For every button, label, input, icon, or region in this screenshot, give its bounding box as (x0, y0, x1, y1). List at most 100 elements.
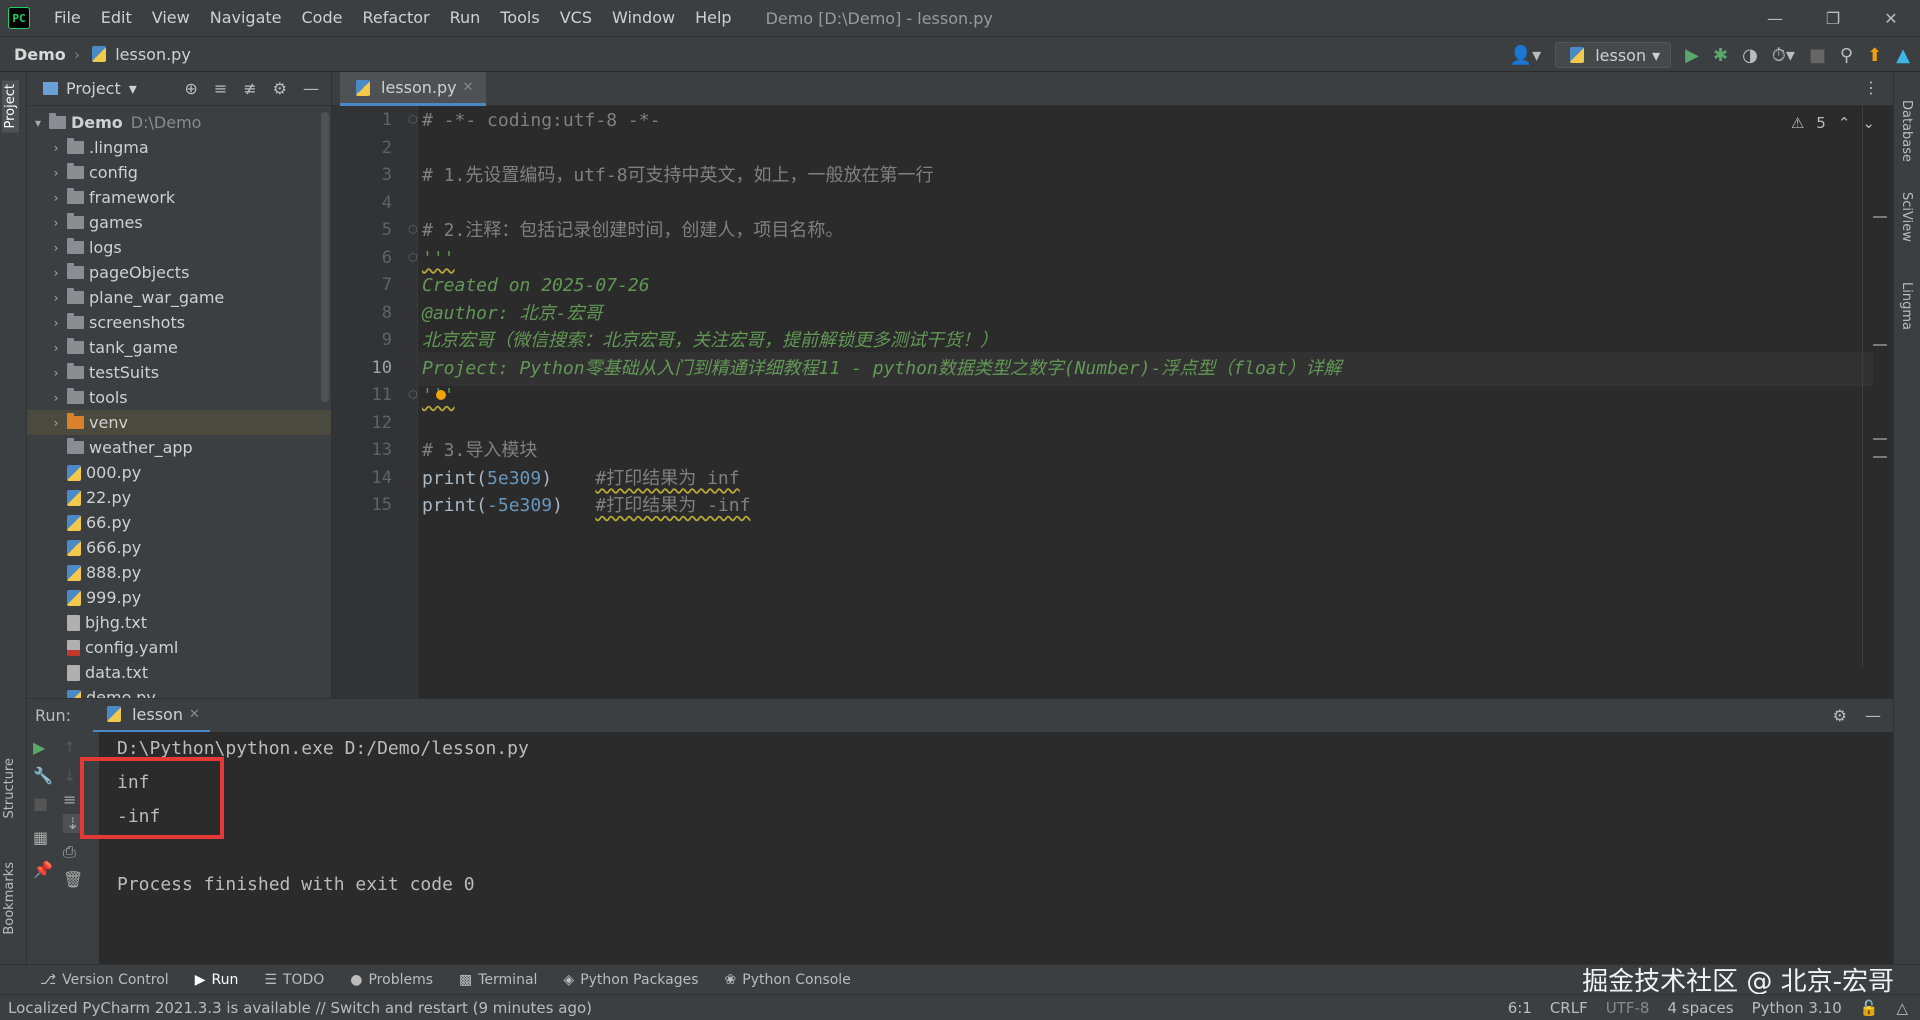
tree-item[interactable]: 66.py (27, 510, 331, 535)
hide-icon[interactable]: — (303, 79, 319, 98)
python-interpreter[interactable]: Python 3.10 (1752, 999, 1842, 1017)
pin-icon[interactable]: 📌 (33, 860, 53, 879)
update-icon[interactable]: ⬆ (1867, 45, 1882, 66)
more-vertical-icon[interactable]: ⋮ (1863, 78, 1879, 97)
close-icon[interactable]: ✕ (1862, 0, 1920, 36)
tree-item[interactable]: › games (27, 210, 331, 235)
code-editor[interactable]: 1 ⬡ 2 3 4 5 ⬡ 6 ⬡ 7 8 9 10 11 ⬡ 12 13 14 15 # -*- coding:u… (332, 106, 1893, 698)
profile-icon[interactable]: ⏱▾ (1772, 45, 1795, 66)
menu-window[interactable]: Window (602, 0, 685, 36)
tree-item[interactable]: weather_app (27, 435, 331, 460)
chevron-right-icon[interactable]: › (49, 141, 63, 155)
chevron-right-icon[interactable]: › (49, 241, 63, 255)
tree-item[interactable]: demo.py (27, 685, 331, 698)
chevron-right-icon[interactable]: › (49, 191, 63, 205)
soft-wrap-icon[interactable]: ≡ (63, 790, 76, 809)
tree-item[interactable]: › plane_war_game (27, 285, 331, 310)
rerun-icon[interactable]: ▶ (33, 738, 45, 757)
chevron-right-icon[interactable]: › (49, 291, 63, 305)
tree-item[interactable]: › logs (27, 235, 331, 260)
print-icon[interactable]: ⎙ (63, 842, 76, 862)
tool-python-console[interactable]: ❀ Python Console (725, 972, 851, 988)
gear-icon[interactable]: ⚙ (1833, 706, 1847, 725)
inspection-widget[interactable]: ⚠ 5 ⌃ ⌄ (1791, 114, 1875, 132)
chevron-right-icon[interactable]: › (49, 166, 63, 180)
tab-database[interactable]: Database (1899, 100, 1914, 162)
tree-item[interactable]: 22.py (27, 485, 331, 510)
tree-item[interactable]: config.yaml (27, 635, 331, 660)
stop-icon[interactable]: ■ (1809, 45, 1826, 66)
chevron-right-icon[interactable]: › (49, 391, 63, 405)
tree-item[interactable]: › tools (27, 385, 331, 410)
tree-item[interactable]: › .lingma (27, 135, 331, 160)
run-config-select[interactable]: lesson ▾ (1555, 42, 1672, 68)
fold-marker-icon[interactable]: ⬡ (408, 251, 418, 264)
menu-help[interactable]: Help (685, 0, 741, 36)
line-separator[interactable]: CRLF (1550, 999, 1588, 1017)
menu-edit[interactable]: Edit (91, 0, 142, 36)
status-message[interactable]: Localized PyCharm 2021.3.3 is available … (8, 999, 592, 1017)
chevron-down-icon[interactable]: ▾ (129, 79, 137, 98)
tree-item[interactable]: 999.py (27, 585, 331, 610)
tree-item[interactable]: 888.py (27, 560, 331, 585)
run-tab-lesson[interactable]: lesson ✕ (93, 699, 210, 733)
tab-sciview[interactable]: SciView (1899, 192, 1914, 242)
lingma-logo-icon[interactable]: ▲ (1896, 45, 1910, 66)
chevron-right-icon[interactable]: › (49, 366, 63, 380)
tree-item[interactable]: › tank_game (27, 335, 331, 360)
menu-tools[interactable]: Tools (490, 0, 549, 36)
arrow-down-icon[interactable]: ↓ (63, 766, 76, 785)
menu-code[interactable]: Code (292, 0, 353, 36)
close-tab-icon[interactable]: ✕ (463, 80, 474, 95)
indent-setting[interactable]: 4 spaces (1667, 999, 1733, 1017)
chevron-up-icon[interactable]: ⌃ (1838, 114, 1851, 132)
menu-view[interactable]: View (142, 0, 200, 36)
chevron-right-icon[interactable]: › (49, 316, 63, 330)
tool-version-control[interactable]: ⎇ Version Control (40, 972, 169, 988)
tree-item[interactable]: › config (27, 160, 331, 185)
fold-marker-icon[interactable]: ⬡ (408, 223, 418, 236)
tree-item[interactable]: › pageObjects (27, 260, 331, 285)
menu-file[interactable]: File (44, 0, 91, 36)
stop-icon[interactable]: ■ (33, 794, 48, 813)
collapse-all-icon[interactable]: ≢ (243, 79, 256, 98)
project-scrollbar[interactable] (321, 112, 329, 402)
close-tab-icon[interactable]: ✕ (189, 707, 200, 722)
arrow-up-icon[interactable]: ↑ (63, 738, 76, 757)
fold-marker-icon[interactable]: ⬡ (408, 388, 418, 401)
minimize-icon[interactable]: — (1746, 0, 1804, 36)
tool-problems[interactable]: ● Problems (350, 972, 433, 988)
gear-icon[interactable]: ⚙ (273, 79, 287, 98)
tree-item[interactable]: data.txt (27, 660, 331, 685)
wrench-icon[interactable]: 🔧 (33, 766, 53, 785)
tab-lingma[interactable]: Lingma (1899, 282, 1914, 330)
menu-vcs[interactable]: VCS (550, 0, 602, 36)
locate-icon[interactable]: ⊕ (184, 79, 197, 98)
chevron-down-icon[interactable]: ▾ (31, 116, 45, 130)
tree-item[interactable]: › venv (27, 410, 331, 435)
tool-todo[interactable]: ☰ TODO (264, 972, 324, 988)
user-icon[interactable]: 👤▾ (1510, 45, 1541, 66)
tree-item[interactable]: 666.py (27, 535, 331, 560)
file-encoding[interactable]: UTF-8 (1606, 999, 1650, 1017)
chevron-right-icon[interactable]: › (49, 341, 63, 355)
tab-project-stripe[interactable]: Project (2, 80, 19, 133)
lock-icon[interactable]: 🔓 (1860, 999, 1879, 1017)
breadcrumb-root[interactable]: Demo (14, 45, 66, 64)
breadcrumb-file[interactable]: lesson.py (88, 45, 191, 64)
trash-icon[interactable]: 🗑 (63, 870, 83, 889)
run-icon[interactable]: ▶ (1685, 45, 1699, 66)
tree-root[interactable]: ▾ Demo D:\Demo (27, 110, 331, 135)
coverage-icon[interactable]: ◑ (1742, 45, 1758, 66)
tool-python-packages[interactable]: ◈ Python Packages (563, 972, 698, 988)
tool-terminal[interactable]: ▩ Terminal (459, 972, 537, 988)
tree-item[interactable]: 000.py (27, 460, 331, 485)
chevron-down-icon[interactable]: ⌄ (1862, 114, 1875, 132)
lingma-status-icon[interactable]: △ (1896, 999, 1908, 1017)
chevron-right-icon[interactable]: › (49, 266, 63, 280)
hide-icon[interactable]: — (1865, 706, 1881, 725)
chevron-right-icon[interactable]: › (49, 216, 63, 230)
run-console[interactable]: D:\Python\python.exe D:/Demo/lesson.py i… (80, 732, 1893, 964)
expand-all-icon[interactable]: ≡ (214, 79, 227, 98)
search-icon[interactable]: ⚲ (1840, 45, 1853, 66)
